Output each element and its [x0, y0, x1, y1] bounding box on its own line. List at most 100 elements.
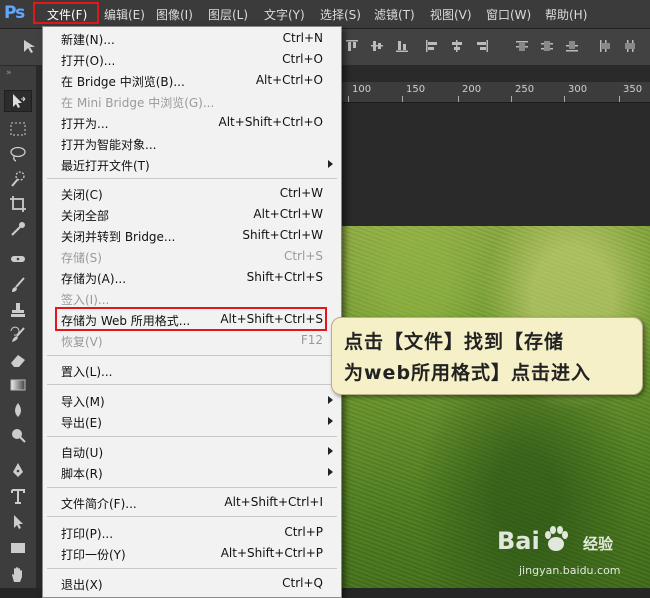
menu-item-recent-files[interactable]: 最近打开文件(T): [43, 154, 341, 175]
gradient-icon[interactable]: [9, 376, 27, 394]
brush-icon[interactable]: [9, 276, 27, 294]
menu-item-save-as[interactable]: 存储为(A)... Shift+Ctrl+S: [43, 267, 341, 288]
menu-item-label: 自动(U): [61, 446, 104, 460]
ruler-tick-label: 200: [462, 84, 482, 95]
ruler-tick-label: 150: [406, 84, 426, 95]
horizontal-ruler: 100 150 200 250 300 350: [340, 82, 650, 103]
instruction-callout: 点击【文件】找到【存储 为web所用格式】点击进入: [331, 317, 643, 395]
ruler-tick-label: 350: [623, 84, 643, 95]
menu-item-label: 在 Bridge 中浏览(B)...: [61, 75, 185, 89]
menu-item-close[interactable]: 关闭(C) Ctrl+W: [43, 183, 341, 204]
menu-separator: [47, 487, 337, 488]
menu-item-label: 打开为...: [61, 117, 109, 131]
align-bottom-icon[interactable]: [395, 39, 409, 53]
baidu-watermark-logo: Bai: [497, 527, 540, 555]
menu-item-exit[interactable]: 退出(X) Ctrl+Q: [43, 573, 341, 594]
menu-item-export[interactable]: 导出(E): [43, 411, 341, 432]
menu-item-scripts[interactable]: 脚本(R): [43, 462, 341, 483]
stamp-icon[interactable]: [9, 301, 27, 319]
menu-help[interactable]: 帮助(H): [545, 6, 587, 23]
menu-item-label: 打开(O)...: [61, 54, 116, 68]
pen-icon[interactable]: [9, 461, 27, 479]
watermark-text: 经验: [583, 535, 614, 553]
menu-item-close-all[interactable]: 关闭全部 Alt+Ctrl+W: [43, 204, 341, 225]
distribute-left-icon[interactable]: [598, 39, 612, 53]
menu-edit[interactable]: 编辑(E): [104, 6, 145, 23]
menu-item-label: 打开为智能对象...: [61, 138, 157, 152]
menu-item-browse-mini-bridge: 在 Mini Bridge 中浏览(G)...: [43, 91, 341, 112]
menu-item-import[interactable]: 导入(M): [43, 390, 341, 411]
menu-type[interactable]: 文字(Y): [264, 6, 305, 23]
align-vertical-center-icon[interactable]: [370, 39, 384, 53]
distribute-horizontal-icon[interactable]: [623, 39, 637, 53]
dodge-icon[interactable]: [9, 426, 27, 444]
tools-panel: »: [0, 66, 37, 588]
menu-view[interactable]: 视图(V): [430, 6, 472, 23]
move-tool-options-icon[interactable]: [22, 38, 38, 54]
type-icon[interactable]: [9, 487, 27, 505]
menu-item-label: 关闭全部: [61, 209, 110, 223]
menu-separator: [47, 516, 337, 517]
eyedropper-icon[interactable]: [9, 220, 27, 238]
menu-filter[interactable]: 滤镜(T): [374, 6, 415, 23]
menu-item-shortcut: Ctrl+O: [282, 52, 323, 66]
menu-item-label: 导出(E): [61, 416, 102, 430]
panel-collapse-icon[interactable]: »: [6, 68, 12, 78]
ruler-tick-label: 300: [568, 84, 588, 95]
hand-icon[interactable]: [9, 566, 27, 584]
menu-separator: [47, 384, 337, 385]
menu-item-label: 存储为(A)...: [61, 272, 127, 286]
lasso-icon[interactable]: [9, 145, 27, 163]
menu-image[interactable]: 图像(I): [156, 6, 193, 23]
menu-item-shortcut: Alt+Shift+Ctrl+O: [218, 115, 323, 129]
align-top-icon[interactable]: [345, 39, 359, 53]
align-right-icon[interactable]: [475, 39, 489, 53]
path-select-icon[interactable]: [9, 513, 27, 531]
menu-item-shortcut: Alt+Shift+Ctrl+P: [220, 546, 323, 560]
distribute-bottom-icon[interactable]: [565, 39, 579, 53]
menu-item-shortcut: Shift+Ctrl+S: [246, 270, 323, 284]
file-menu-highlight-box: [33, 2, 99, 24]
menu-item-label: 脚本(R): [61, 467, 103, 481]
marquee-icon[interactable]: [9, 120, 27, 138]
menu-layer[interactable]: 图层(L): [208, 6, 248, 23]
menu-item-open[interactable]: 打开(O)... Ctrl+O: [43, 49, 341, 70]
menu-item-open-smart-object[interactable]: 打开为智能对象...: [43, 133, 341, 154]
menu-item-close-go-bridge[interactable]: 关闭并转到 Bridge... Shift+Ctrl+W: [43, 225, 341, 246]
menu-item-new[interactable]: 新建(N)... Ctrl+N: [43, 28, 341, 49]
menu-item-print-one-copy[interactable]: 打印一份(Y) Alt+Shift+Ctrl+P: [43, 543, 341, 564]
menu-item-label: 打印(P)...: [61, 527, 114, 541]
healing-icon[interactable]: [9, 250, 27, 268]
menu-item-place[interactable]: 置入(L)...: [43, 360, 341, 381]
menu-item-shortcut: Alt+Ctrl+O: [255, 73, 323, 87]
quick-select-icon[interactable]: [9, 170, 27, 188]
distribute-top-icon[interactable]: [515, 39, 529, 53]
menu-item-shortcut: Ctrl+P: [284, 525, 323, 539]
menu-item-label: 置入(L)...: [61, 365, 113, 379]
menu-item-shortcut: Ctrl+W: [279, 186, 323, 200]
distribute-center-icon[interactable]: [540, 39, 554, 53]
eraser-icon[interactable]: [9, 351, 27, 369]
blur-icon[interactable]: [9, 401, 27, 419]
move-tool[interactable]: [4, 90, 32, 112]
menu-item-label: 最近打开文件(T): [61, 159, 150, 173]
menu-item-print[interactable]: 打印(P)... Ctrl+P: [43, 522, 341, 543]
menu-item-label: 恢复(V): [61, 335, 103, 349]
menu-item-shortcut: Shift+Ctrl+W: [242, 228, 323, 242]
menu-item-check-in: 签入(I)...: [43, 288, 341, 309]
menu-item-open-as[interactable]: 打开为... Alt+Shift+Ctrl+O: [43, 112, 341, 133]
crop-icon[interactable]: [9, 195, 27, 213]
menu-item-label: 关闭并转到 Bridge...: [61, 230, 176, 244]
menu-window[interactable]: 窗口(W): [486, 6, 531, 23]
menu-item-automate[interactable]: 自动(U): [43, 441, 341, 462]
menu-item-file-info[interactable]: 文件简介(F)... Alt+Shift+Ctrl+I: [43, 492, 341, 513]
menu-select[interactable]: 选择(S): [320, 6, 361, 23]
menu-item-label: 导入(M): [61, 395, 105, 409]
align-left-icon[interactable]: [425, 39, 439, 53]
rectangle-icon[interactable]: [9, 539, 27, 557]
history-brush-icon[interactable]: [9, 326, 27, 344]
align-horizontal-center-icon[interactable]: [450, 39, 464, 53]
menu-separator: [47, 436, 337, 437]
menu-item-browse-bridge[interactable]: 在 Bridge 中浏览(B)... Alt+Ctrl+O: [43, 70, 341, 91]
submenu-arrow-icon: [328, 160, 333, 168]
